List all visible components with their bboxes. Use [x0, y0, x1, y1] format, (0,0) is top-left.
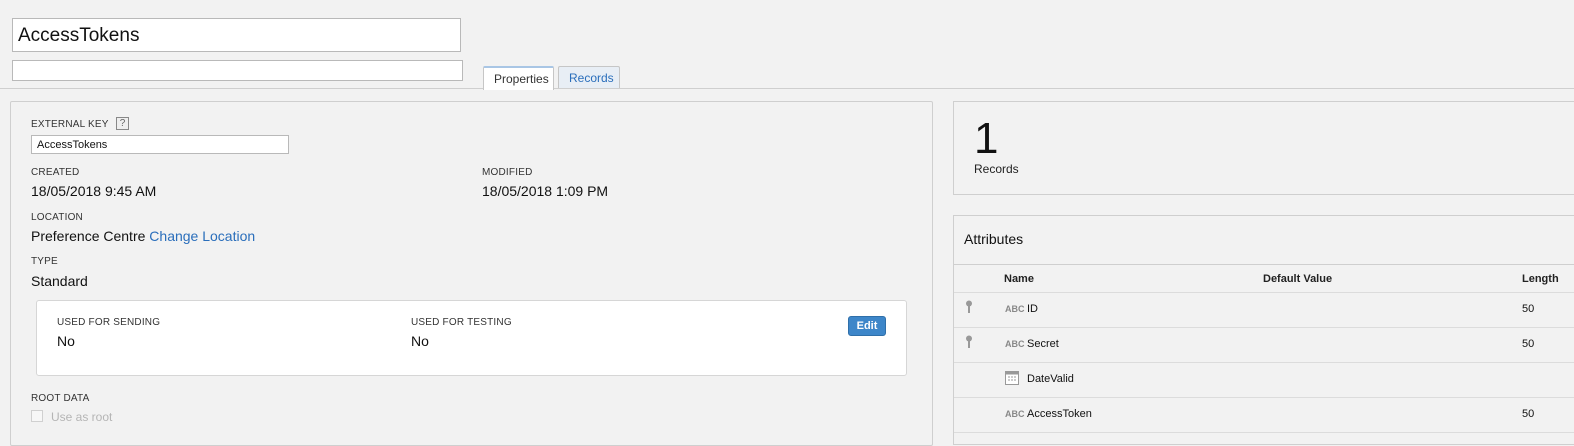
usage-box: [36, 300, 907, 376]
tab-properties[interactable]: Properties: [483, 66, 554, 90]
modified-label: MODIFIED: [482, 167, 533, 178]
attribute-name: Secret: [1027, 338, 1059, 350]
data-extension-description-input[interactable]: [12, 60, 463, 81]
primary-key-icon: [965, 335, 973, 349]
external-key-label: EXTERNAL KEY: [31, 119, 109, 130]
root-data-label: ROOT DATA: [31, 393, 90, 404]
used-for-sending-value: No: [57, 333, 75, 349]
location-label: LOCATION: [31, 212, 83, 223]
attribute-length: 50: [1522, 338, 1535, 350]
tab-records[interactable]: Records: [558, 66, 620, 89]
column-header-length[interactable]: Length: [1522, 273, 1559, 285]
primary-key-icon: [965, 300, 973, 314]
location-value: Preference Centre: [31, 228, 146, 244]
column-header-name[interactable]: Name: [1004, 273, 1034, 285]
created-value: 18/05/2018 9:45 AM: [31, 183, 157, 199]
used-for-testing-value: No: [411, 333, 429, 349]
used-for-testing-label: USED FOR TESTING: [411, 317, 512, 328]
records-count: 1: [974, 114, 999, 163]
abc-text-icon: ABC: [1005, 409, 1025, 419]
attribute-name: ID: [1027, 303, 1038, 315]
created-label: CREATED: [31, 167, 80, 178]
row-divider: [954, 362, 1574, 363]
row-divider: [954, 327, 1574, 328]
location-row: Preference Centre Change Location: [31, 228, 255, 244]
records-summary-panel: [953, 101, 1574, 195]
abc-text-icon: ABC: [1005, 304, 1025, 314]
records-label: Records: [974, 162, 1019, 176]
type-value: Standard: [31, 273, 88, 289]
change-location-link[interactable]: Change Location: [149, 228, 255, 244]
modified-value: 18/05/2018 1:09 PM: [482, 183, 609, 199]
external-key-input[interactable]: AccessTokens: [31, 135, 289, 154]
calendar-icon: [1005, 371, 1019, 385]
help-icon[interactable]: ?: [116, 117, 129, 130]
attribute-length: 50: [1522, 408, 1535, 420]
row-divider: [954, 292, 1574, 293]
attributes-title: Attributes: [964, 231, 1024, 247]
column-header-default-value[interactable]: Default Value: [1263, 273, 1332, 285]
used-for-sending-label: USED FOR SENDING: [57, 317, 161, 328]
attributes-header-divider: [954, 264, 1574, 265]
use-as-root-checkbox[interactable]: [31, 410, 43, 422]
row-divider: [954, 397, 1574, 398]
row-divider: [954, 432, 1574, 433]
attribute-name: DateValid: [1027, 373, 1074, 385]
attribute-name: AccessToken: [1027, 408, 1092, 420]
abc-text-icon: ABC: [1005, 339, 1025, 349]
type-label: TYPE: [31, 256, 58, 267]
edit-button[interactable]: Edit: [848, 316, 886, 336]
data-extension-name-input[interactable]: AccessTokens: [12, 18, 461, 52]
attribute-length: 50: [1522, 303, 1535, 315]
tab-divider: [0, 88, 1574, 89]
use-as-root-label: Use as root: [51, 410, 113, 424]
